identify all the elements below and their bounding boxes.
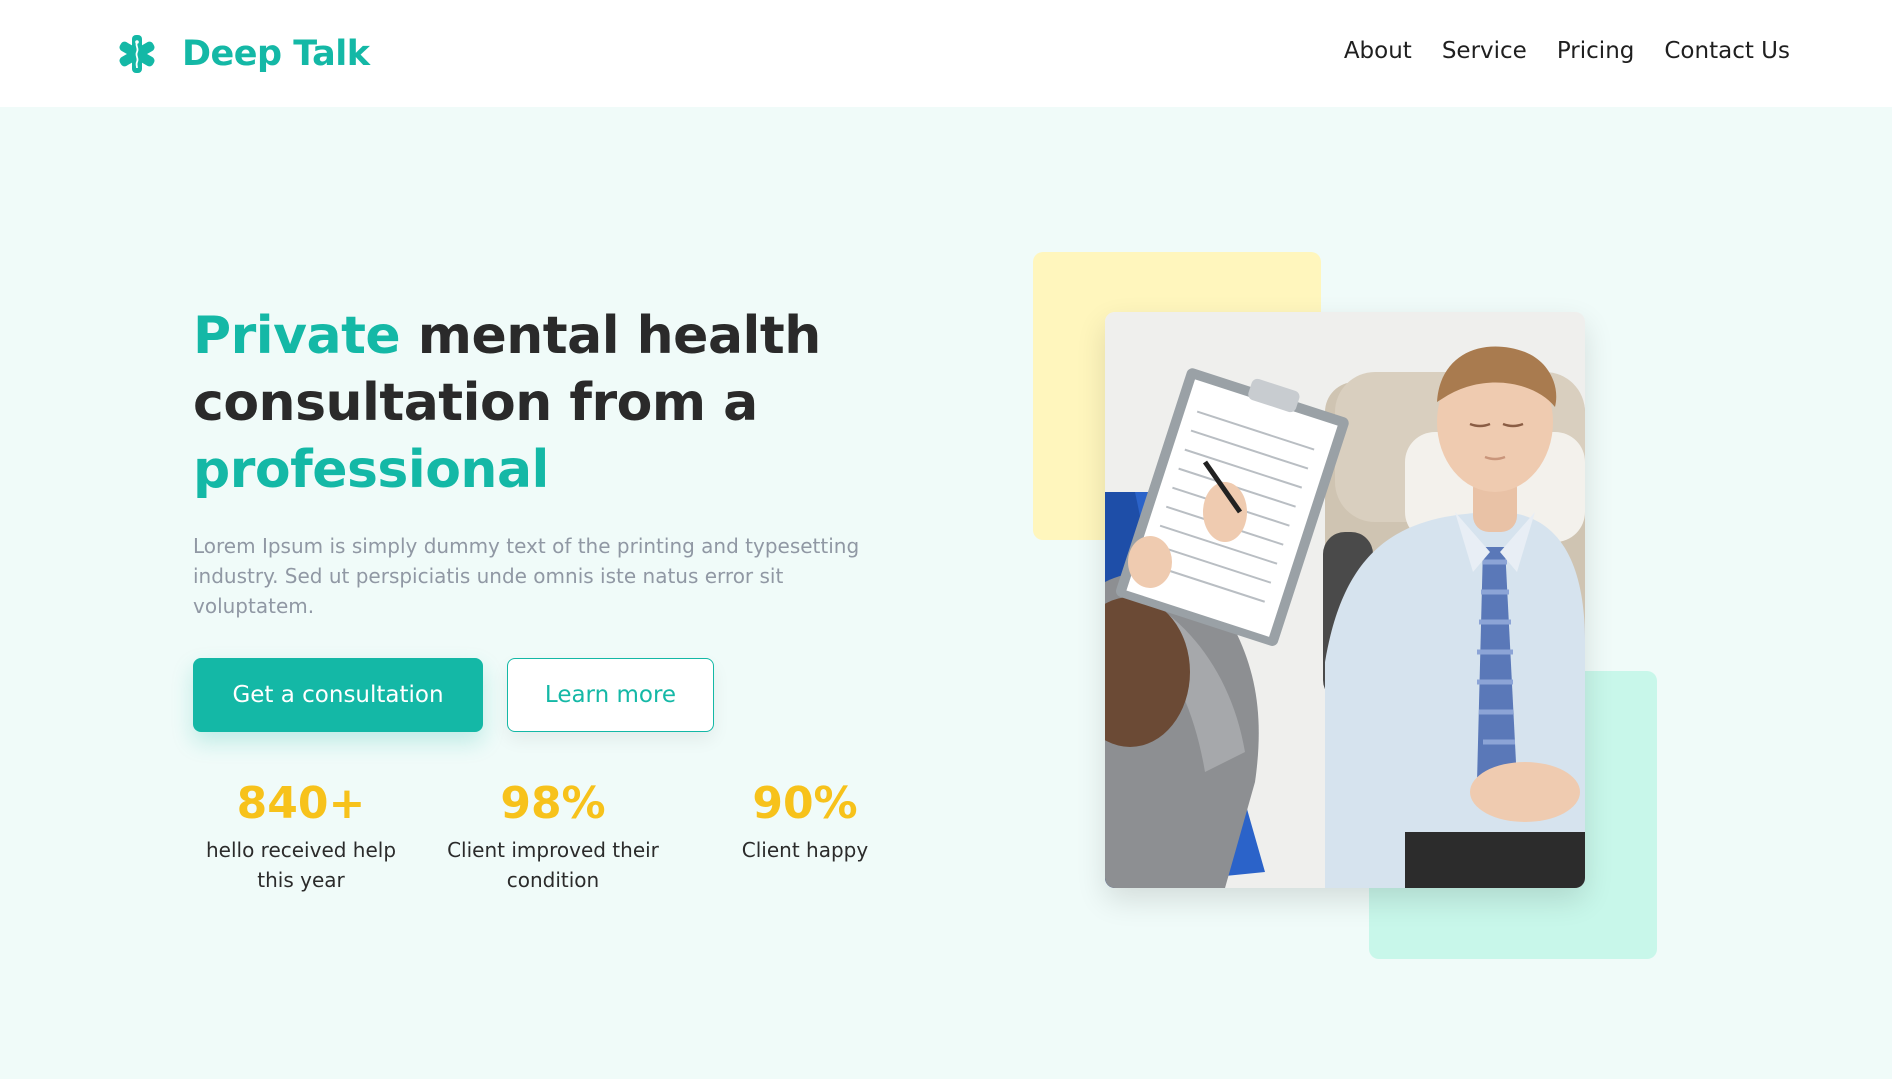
headline-accent-private: Private bbox=[193, 306, 401, 366]
nav-about[interactable]: About bbox=[1344, 38, 1412, 64]
stat-improved-condition: 98% Client improved their condition bbox=[438, 779, 668, 895]
stat-value: 840+ bbox=[236, 778, 366, 829]
asterisk-medical-icon bbox=[119, 35, 155, 73]
stat-label: hello received help this year bbox=[205, 838, 397, 892]
headline-accent-professional: professional bbox=[193, 440, 549, 500]
get-consultation-button[interactable]: Get a consultation bbox=[193, 658, 483, 732]
stat-label: Client improved their condition bbox=[447, 838, 659, 892]
nav-service[interactable]: Service bbox=[1442, 38, 1527, 64]
brand-logo-link[interactable]: Deep Talk bbox=[116, 32, 370, 76]
photo-illustration bbox=[1105, 312, 1585, 888]
main-nav: About Service Pricing Contact Us bbox=[1344, 38, 1790, 64]
stat-value: 90% bbox=[752, 778, 858, 829]
hero-description: Lorem Ipsum is simply dummy text of the … bbox=[193, 534, 860, 618]
stat-value: 98% bbox=[500, 778, 606, 829]
hero-section: Private mental health consultation from … bbox=[0, 107, 1892, 1079]
nav-contact-us[interactable]: Contact Us bbox=[1664, 38, 1790, 64]
site-header: Deep Talk About Service Pricing Contact … bbox=[0, 0, 1892, 107]
nav-pricing[interactable]: Pricing bbox=[1557, 38, 1635, 64]
brand-name: Deep Talk bbox=[182, 34, 370, 74]
therapist-session-photo bbox=[1105, 312, 1585, 888]
stat-clients-helped: 840+ hello received help this year bbox=[186, 779, 416, 895]
stat-label: Client happy bbox=[741, 838, 869, 862]
learn-more-button[interactable]: Learn more bbox=[507, 658, 714, 732]
stat-client-happy: 90% Client happy bbox=[690, 779, 920, 865]
hero-headline: Private mental health consultation from … bbox=[193, 303, 893, 504]
